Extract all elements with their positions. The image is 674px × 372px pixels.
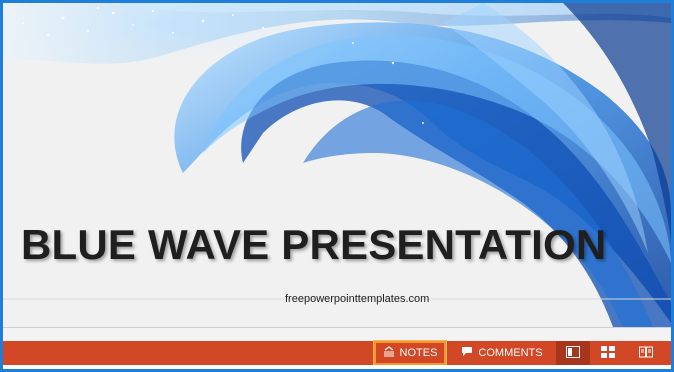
comments-label: COMMENTS bbox=[478, 347, 543, 359]
notes-icon bbox=[383, 346, 395, 360]
normal-view-button[interactable] bbox=[556, 341, 590, 365]
normal-view-icon bbox=[566, 345, 580, 361]
comment-icon bbox=[461, 346, 473, 360]
blue-wave-background bbox=[3, 3, 671, 327]
comments-button[interactable]: COMMENTS bbox=[454, 341, 550, 365]
slide-canvas[interactable]: BLUE WAVE PRESENTATION freepowerpointtem… bbox=[3, 3, 671, 327]
status-bar: NOTES COMMENTS bbox=[3, 341, 671, 365]
reading-view-button[interactable] bbox=[629, 341, 663, 365]
notes-button[interactable]: NOTES bbox=[374, 341, 446, 365]
slide-subtitle: freepowerpointtemplates.com bbox=[285, 293, 430, 305]
notes-label: NOTES bbox=[399, 347, 438, 359]
slide-sorter-button[interactable] bbox=[591, 341, 625, 365]
reading-view-icon bbox=[639, 346, 653, 361]
slide-title: BLUE WAVE PRESENTATION bbox=[21, 221, 607, 268]
slide-separator bbox=[3, 327, 671, 341]
window-bottom-edge bbox=[3, 365, 671, 369]
slide-sorter-icon bbox=[601, 345, 615, 361]
